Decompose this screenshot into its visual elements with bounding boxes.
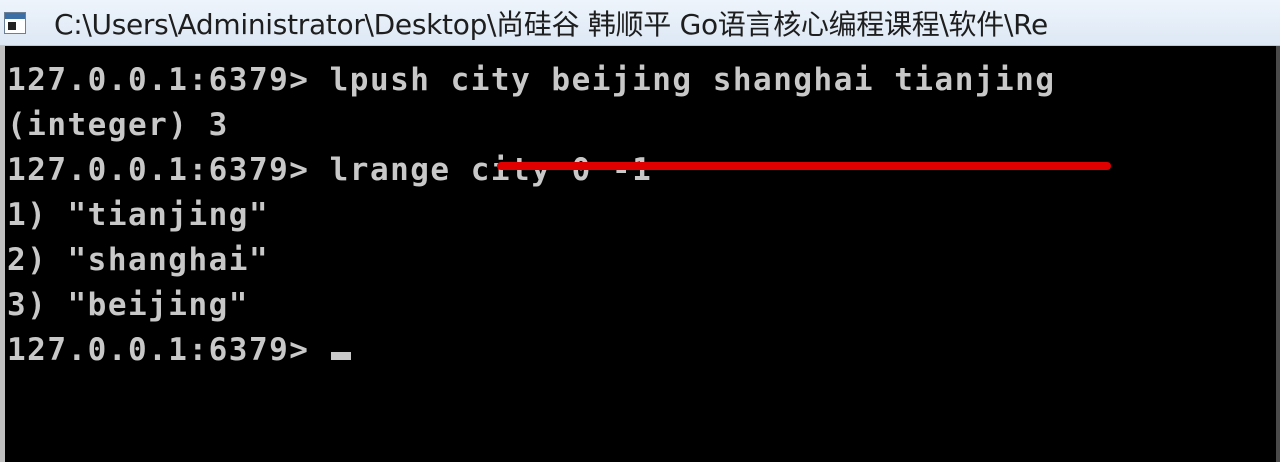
window-right-edge: [1276, 46, 1280, 462]
console-lines: 127.0.0.1:6379> lpush city beijing shang…: [7, 58, 1056, 373]
console-line: 3) "beijing": [7, 287, 249, 323]
window-titlebar[interactable]: C:\Users\Administrator\Desktop\尚硅谷 韩顺平 G…: [0, 0, 1280, 46]
console-app-icon: [4, 11, 26, 34]
console-line: (integer) 3: [7, 107, 229, 143]
console-line: 1) "tianjing": [7, 197, 270, 233]
console-line: 127.0.0.1:6379> lpush city beijing shang…: [7, 62, 1056, 98]
red-highlight-underline: [497, 162, 1111, 170]
console-line: 127.0.0.1:6379> lrange city 0 -1: [7, 152, 653, 188]
text-cursor: [331, 352, 352, 360]
console-prompt: 127.0.0.1:6379>: [7, 332, 310, 368]
console-prompt-line[interactable]: 127.0.0.1:6379>: [7, 328, 1056, 373]
console-line: 2) "shanghai": [7, 242, 270, 278]
window-title: C:\Users\Administrator\Desktop\尚硅谷 韩顺平 G…: [54, 7, 1048, 41]
console-output[interactable]: 127.0.0.1:6379> lpush city beijing shang…: [0, 46, 1280, 462]
